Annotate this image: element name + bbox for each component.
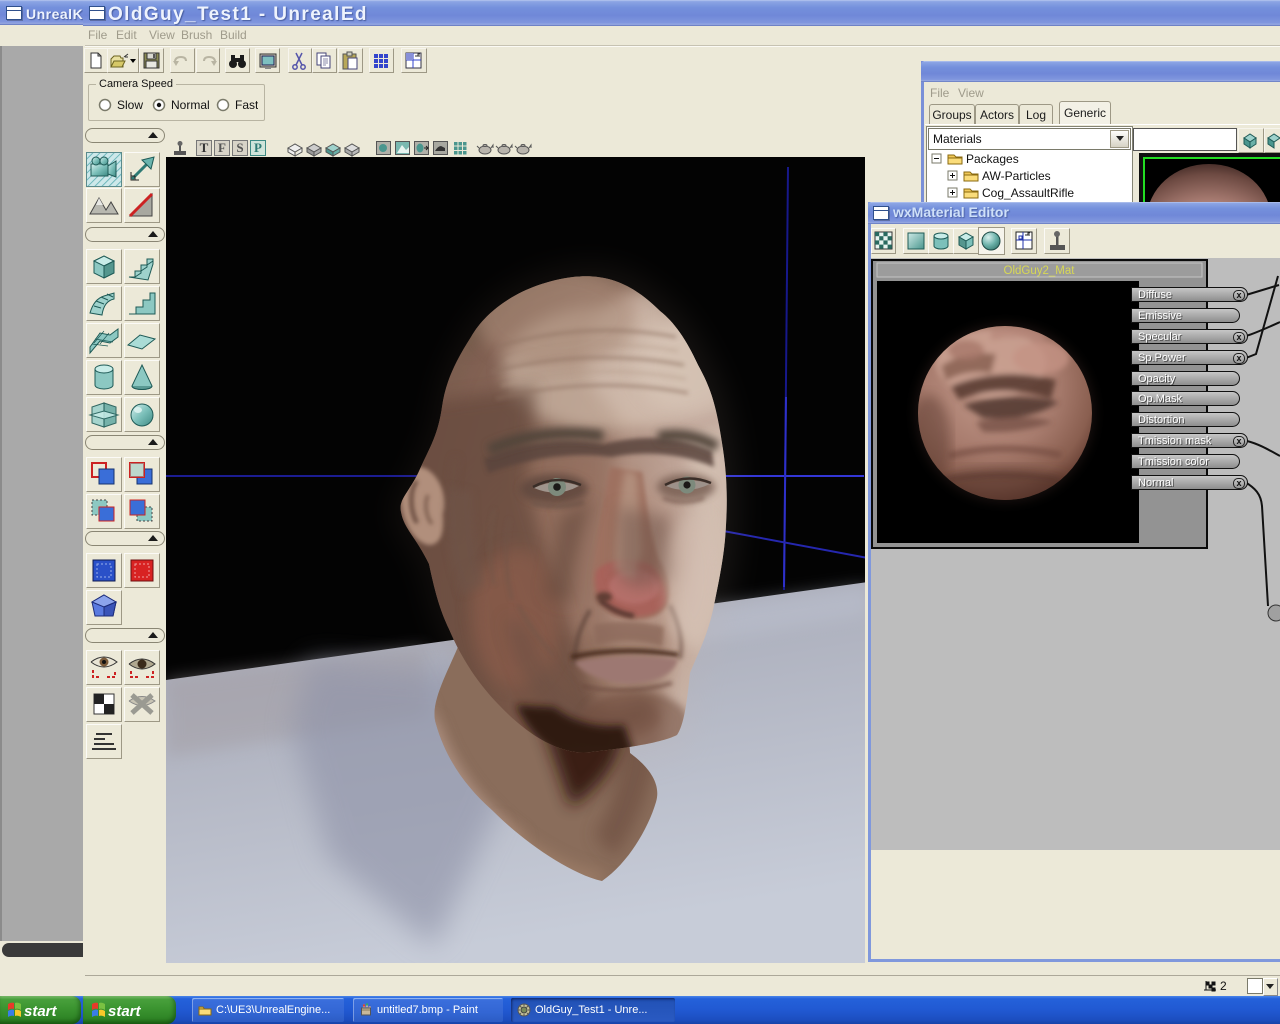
svg-text:Slow: Slow — [117, 98, 143, 112]
svg-text:Cog_AssaultRifle: Cog_AssaultRifle — [982, 186, 1074, 200]
svg-text:Fast: Fast — [235, 98, 258, 112]
svg-text:Packages: Packages — [966, 152, 1019, 166]
svg-text:Normal: Normal — [171, 98, 210, 112]
svg-text:start: start — [24, 1003, 58, 1020]
svg-text:S: S — [236, 140, 243, 155]
svg-text:T: T — [200, 140, 209, 155]
svg-text:AW-Particles: AW-Particles — [982, 169, 1051, 183]
svg-text:F: F — [218, 140, 226, 155]
svg-text:start: start — [108, 1003, 142, 1020]
svg-text:OldGuy2_Mat: OldGuy2_Mat — [1004, 265, 1076, 277]
svg-text:2: 2 — [1220, 979, 1227, 993]
svg-text:P: P — [254, 140, 262, 155]
